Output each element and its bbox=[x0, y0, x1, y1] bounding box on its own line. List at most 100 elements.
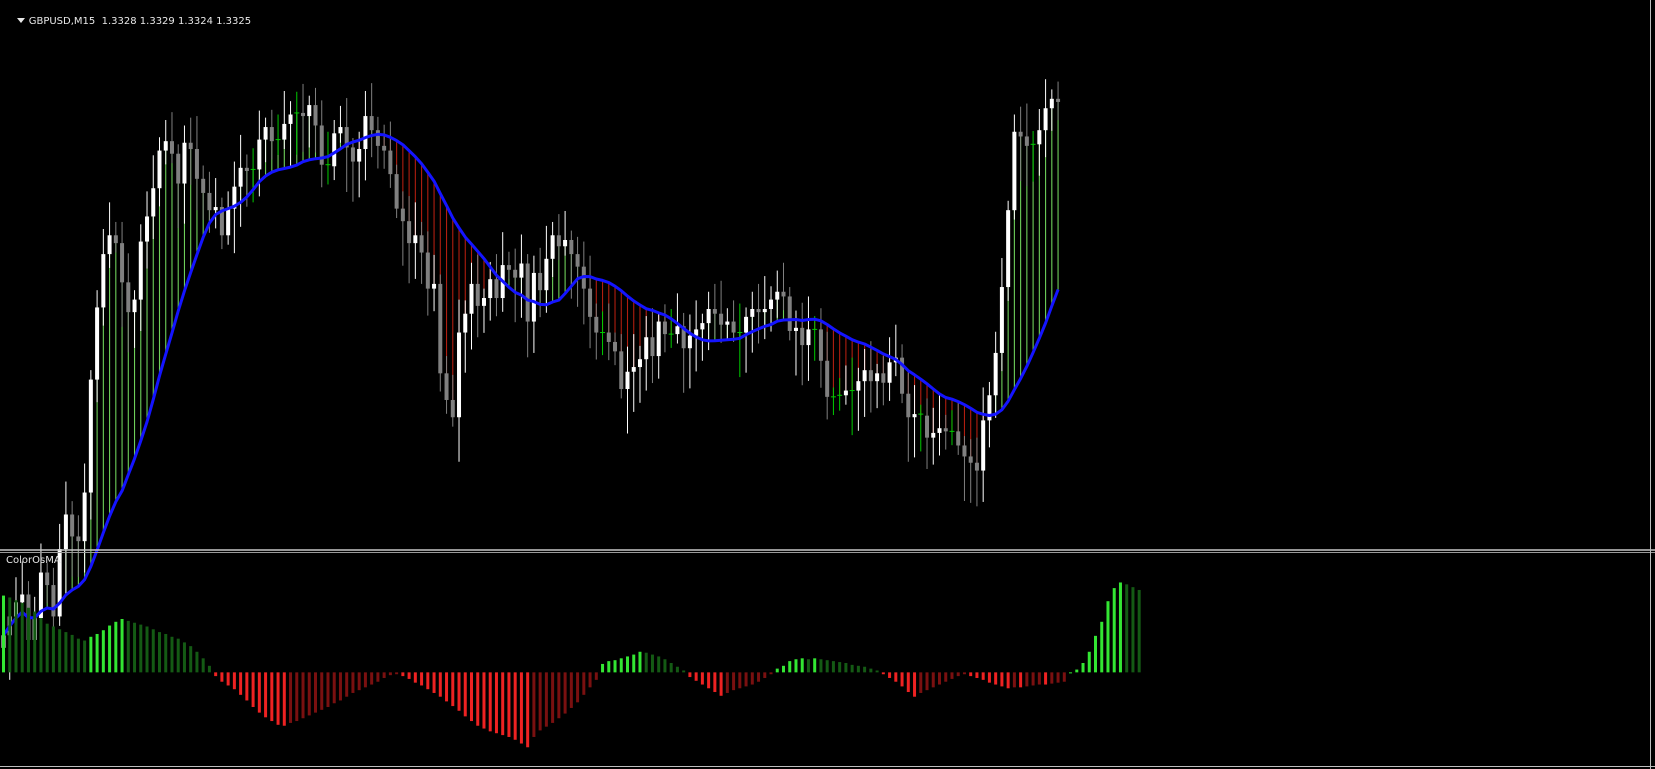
osma-bar bbox=[881, 672, 885, 675]
candle-body bbox=[132, 299, 137, 313]
osma-bar bbox=[819, 659, 823, 673]
candle-body bbox=[656, 321, 661, 357]
osma-bar bbox=[513, 672, 517, 740]
candle-body bbox=[806, 329, 811, 346]
osma-bar bbox=[763, 672, 767, 678]
candle-body bbox=[438, 283, 443, 374]
candle-body bbox=[238, 167, 243, 187]
osma-bar bbox=[551, 672, 555, 723]
candle-body bbox=[400, 208, 405, 222]
osma-bar bbox=[2, 595, 5, 673]
osma-bar bbox=[314, 672, 317, 713]
indicator-name: ColorOsMA bbox=[6, 555, 61, 566]
candle-body bbox=[513, 269, 518, 278]
candle-body bbox=[756, 309, 761, 313]
osma-bar bbox=[975, 672, 979, 678]
candle-body bbox=[444, 373, 449, 400]
candle-body bbox=[182, 142, 187, 184]
osma-bar bbox=[875, 670, 879, 673]
candle-body bbox=[282, 123, 287, 140]
osma-bar bbox=[526, 672, 530, 748]
candle-body bbox=[407, 221, 412, 244]
candle-body bbox=[269, 127, 274, 142]
candle-body bbox=[201, 178, 206, 193]
osma-bar bbox=[376, 672, 380, 682]
osma-bar bbox=[738, 672, 742, 689]
candle-body bbox=[993, 352, 998, 396]
osma-bar bbox=[182, 642, 186, 673]
osma-bar bbox=[700, 672, 704, 685]
osma-bar bbox=[744, 672, 748, 687]
osma-bar bbox=[295, 672, 299, 722]
osma-bar bbox=[488, 672, 492, 732]
candle-body bbox=[363, 116, 368, 150]
osma-bar bbox=[1012, 672, 1016, 688]
osma-bar bbox=[45, 623, 49, 673]
ma-line bbox=[2, 132, 1060, 637]
osma-bar bbox=[270, 672, 274, 722]
osma-bar bbox=[426, 672, 430, 690]
candle-body bbox=[382, 145, 387, 151]
osma-bar bbox=[813, 658, 817, 673]
candle-body bbox=[1043, 108, 1048, 131]
candle-body bbox=[145, 216, 150, 242]
osma-bar bbox=[114, 621, 118, 673]
candle-body bbox=[469, 283, 474, 314]
osma-bar bbox=[869, 668, 873, 673]
candle-body bbox=[719, 313, 724, 325]
chart-window[interactable]: GBPUSD,M15 1.3328 1.3329 1.3324 1.3325 C… bbox=[0, 0, 1655, 769]
candle-body bbox=[712, 309, 717, 314]
candle-body bbox=[51, 585, 56, 617]
osma-bar bbox=[382, 672, 386, 678]
candle-body bbox=[107, 235, 112, 255]
candle-body bbox=[906, 393, 911, 418]
osma-bar bbox=[445, 672, 449, 702]
osma-bar bbox=[1137, 589, 1141, 673]
candle-body bbox=[700, 323, 705, 330]
candle-body bbox=[762, 309, 767, 313]
candle-body bbox=[70, 514, 75, 537]
osma-bar bbox=[800, 658, 804, 673]
osma-bar bbox=[1131, 587, 1135, 673]
candle-body bbox=[981, 420, 986, 471]
candle-body bbox=[881, 373, 886, 383]
osma-bar bbox=[501, 672, 505, 736]
candle-body bbox=[1006, 210, 1011, 288]
candle-body bbox=[1037, 130, 1042, 145]
candle-body bbox=[388, 150, 393, 175]
osma-bar bbox=[51, 626, 55, 673]
candle-body bbox=[968, 456, 973, 463]
osma-bar bbox=[638, 651, 642, 673]
osma-bar bbox=[944, 672, 948, 682]
osma-bar bbox=[601, 663, 605, 673]
osma-bar bbox=[694, 672, 698, 681]
candle-body bbox=[432, 283, 437, 289]
candle-body bbox=[887, 362, 892, 383]
osma-bar bbox=[507, 672, 511, 737]
osma-bar bbox=[644, 652, 648, 673]
candle-body bbox=[625, 371, 630, 390]
osma-pane bbox=[2, 582, 1141, 748]
osma-bar bbox=[388, 672, 392, 676]
osma-bar bbox=[538, 672, 542, 731]
candle-body bbox=[793, 327, 798, 331]
osma-bar bbox=[338, 672, 342, 701]
chevron-down-icon[interactable] bbox=[16, 18, 25, 23]
candle-body bbox=[494, 279, 499, 299]
osma-bar bbox=[201, 658, 205, 673]
candle-body bbox=[450, 399, 455, 418]
osma-bar bbox=[126, 620, 130, 673]
osma-bar bbox=[1000, 672, 1004, 687]
osma-bar bbox=[239, 672, 243, 695]
price-pane bbox=[1, 79, 1061, 680]
chart-canvas[interactable] bbox=[0, 0, 1655, 769]
osma-bar bbox=[1081, 663, 1085, 673]
candle-body bbox=[332, 133, 337, 167]
candle-body bbox=[463, 313, 468, 333]
osma-bar bbox=[20, 603, 24, 673]
candle-body bbox=[569, 239, 574, 255]
osma-bar bbox=[675, 666, 679, 673]
osma-bar bbox=[719, 672, 723, 696]
osma-bar bbox=[264, 672, 268, 718]
osma-bar bbox=[457, 672, 461, 711]
